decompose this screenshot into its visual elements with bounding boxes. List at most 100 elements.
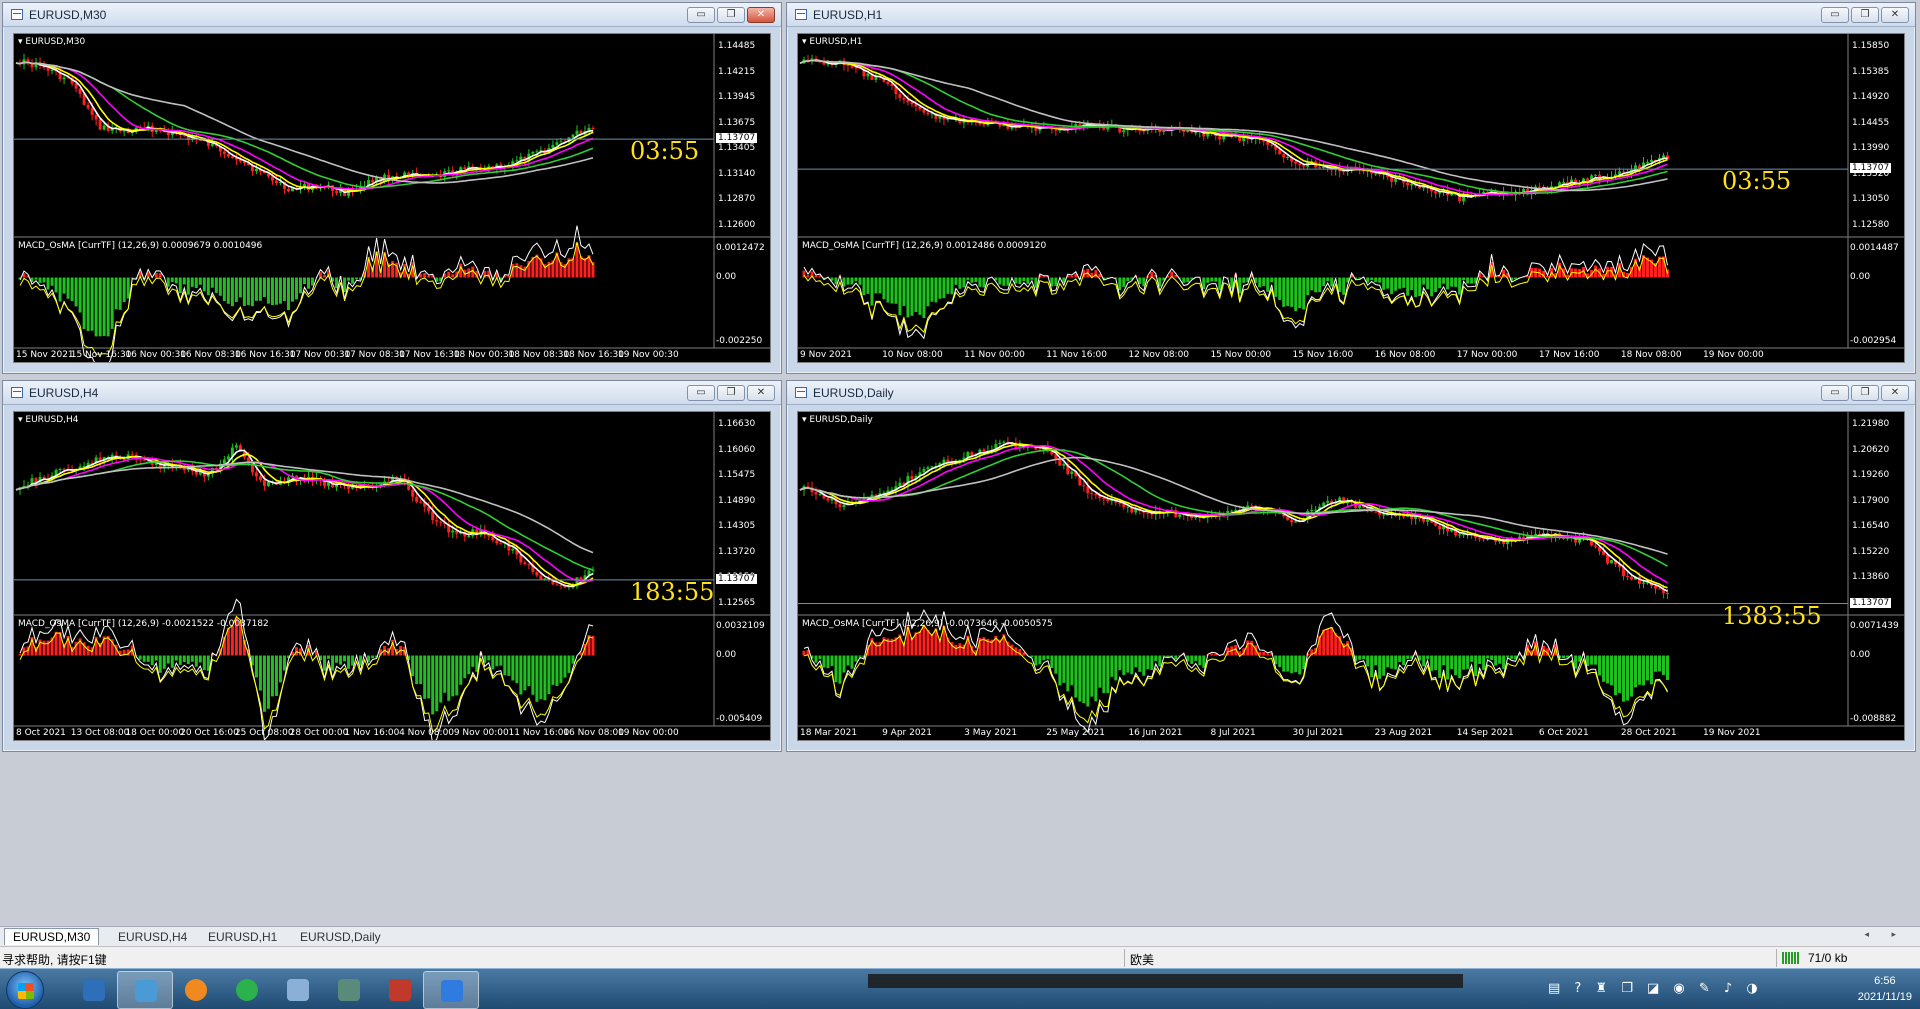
macd-histogram-bar bbox=[282, 277, 286, 302]
chart-area[interactable]: ▾ EURUSD,H4 MACD_OsMA [CurrTF] (12,26,9) … bbox=[13, 411, 771, 741]
chart-window-h4[interactable]: EURUSD,H4 ▭ ❐ ✕ ▾ EURUSD,H4 MACD_OsMA [CurrTF… bbox=[2, 380, 782, 752]
candle-body bbox=[74, 83, 78, 89]
chart-area[interactable]: ▾ EURUSD,H1 MACD_OsMA [CurrTF] (12,26,9) … bbox=[797, 33, 1905, 363]
macd-histogram-bar bbox=[1494, 655, 1498, 666]
chart-tabs-bar: EURUSD,M30 EURUSD,H4 EURUSD,H1 EURUSD,Da… bbox=[0, 926, 1920, 946]
macd-histogram-bar bbox=[158, 655, 162, 673]
chart-canvas[interactable] bbox=[798, 34, 1904, 362]
price-axis-label: 1.13860 bbox=[1852, 572, 1890, 583]
ma-gray-line bbox=[15, 61, 594, 184]
tab-eurusd-m30[interactable]: EURUSD,M30 bbox=[4, 928, 100, 945]
close-button[interactable]: ✕ bbox=[747, 7, 775, 23]
macd-histogram-bar bbox=[463, 655, 467, 679]
minimize-button[interactable]: ▭ bbox=[687, 7, 715, 23]
chart-canvas[interactable] bbox=[798, 412, 1904, 740]
macd-histogram-bar bbox=[1498, 655, 1502, 664]
macd-histogram-bar bbox=[834, 655, 838, 683]
window-title: EURUSD,H4 bbox=[29, 386, 99, 400]
taskbar-clock[interactable]: 6:56 2021/11/19 bbox=[1858, 973, 1912, 1005]
macd-histogram-bar bbox=[814, 655, 818, 663]
chart-window-m30[interactable]: EURUSD,M30 ▭ ❐ ✕ ▾ EURUSD,M30 MACD_OsMA [Curr… bbox=[2, 2, 782, 374]
minimize-button[interactable]: ▭ bbox=[1821, 7, 1849, 23]
tab-scroll-arrows[interactable]: ◂ ▸ bbox=[1864, 929, 1906, 940]
window-title-bar[interactable]: EURUSD,H4 ▭ ❐ ✕ bbox=[3, 381, 781, 405]
macd-histogram-bar bbox=[274, 655, 278, 696]
chart-canvas[interactable] bbox=[14, 412, 770, 740]
candle-body bbox=[222, 151, 226, 154]
close-button[interactable]: ✕ bbox=[747, 385, 775, 401]
indicator-axis-label: 0.00 bbox=[716, 649, 737, 660]
tab-eurusd-h1[interactable]: EURUSD,H1 bbox=[200, 929, 285, 946]
candle-body bbox=[371, 180, 375, 183]
macd-histogram-bar bbox=[998, 277, 1002, 285]
price-axis-label: 1.12600 bbox=[718, 220, 756, 230]
macd-histogram-bar bbox=[42, 277, 46, 283]
candle-body bbox=[262, 479, 266, 486]
macd-histogram-bar bbox=[323, 655, 327, 671]
macd-histogram-bar bbox=[1206, 277, 1210, 283]
taskbar-app-5[interactable] bbox=[321, 971, 377, 1009]
time-axis-label: 11 Nov 16:00 bbox=[1046, 350, 1107, 360]
candle-body bbox=[555, 584, 559, 586]
macd-histogram-bar bbox=[1202, 655, 1206, 668]
taskbar-app-0[interactable] bbox=[66, 971, 122, 1009]
restore-button[interactable]: ❐ bbox=[1851, 7, 1879, 23]
candle-body bbox=[447, 170, 451, 172]
system-tray-icons[interactable]: ▤ ? ♜ ❐ ◪ ◉ ✎ ♪ ◑ bbox=[1548, 981, 1763, 996]
minimize-button[interactable]: ▭ bbox=[1821, 385, 1849, 401]
macd-histogram-bar bbox=[1258, 277, 1262, 288]
taskbar-app-4[interactable] bbox=[270, 971, 326, 1009]
macd-histogram-bar bbox=[1294, 277, 1298, 312]
macd-histogram-bar bbox=[262, 655, 266, 712]
candle-body bbox=[1194, 132, 1198, 134]
macd-histogram-bar bbox=[1510, 655, 1514, 659]
chart-window-daily[interactable]: EURUSD,Daily ▭ ❐ ✕ ▾ EURUSD,Daily MACD_OsMA [… bbox=[786, 380, 1916, 752]
minimize-button[interactable]: ▭ bbox=[687, 385, 715, 401]
time-axis-label: 17 Nov 08:30 bbox=[344, 350, 406, 360]
window-title-bar[interactable]: EURUSD,M30 ▭ ❐ ✕ bbox=[3, 3, 781, 27]
chart-symbol-label: ▾ EURUSD,Daily bbox=[802, 415, 873, 425]
candle-body bbox=[866, 73, 870, 77]
chart-window-h1[interactable]: EURUSD,H1 ▭ ❐ ✕ ▾ EURUSD,H1 MACD_OsMA [CurrTF… bbox=[786, 2, 1916, 374]
chart-area[interactable]: ▾ EURUSD,Daily MACD_OsMA [CurrTF] (12,26,… bbox=[797, 411, 1905, 741]
window-title-bar[interactable]: EURUSD,Daily ▭ ❐ ✕ bbox=[787, 381, 1915, 405]
restore-button[interactable]: ❐ bbox=[1851, 385, 1879, 401]
macd-histogram-bar bbox=[1638, 655, 1642, 685]
candle-body bbox=[1246, 505, 1250, 508]
time-axis-label: 4 Nov 08:00 bbox=[399, 728, 455, 738]
candle-body bbox=[78, 88, 82, 94]
candle-body bbox=[515, 160, 519, 162]
taskbar-app-3[interactable] bbox=[219, 971, 275, 1009]
tab-eurusd-daily[interactable]: EURUSD,Daily bbox=[292, 929, 389, 946]
chart-canvas[interactable] bbox=[14, 34, 770, 362]
time-axis-label: 28 Oct 2021 bbox=[1620, 728, 1677, 738]
taskbar-app-6[interactable] bbox=[372, 971, 428, 1009]
candle-body bbox=[575, 130, 579, 135]
taskbar-app-1[interactable] bbox=[117, 971, 173, 1009]
time-axis-label: 19 Nov 00:00 bbox=[1703, 350, 1764, 360]
restore-button[interactable]: ❐ bbox=[717, 7, 745, 23]
status-traffic[interactable]: 71/0 kb bbox=[1808, 951, 1847, 965]
close-button[interactable]: ✕ bbox=[1881, 385, 1909, 401]
macd-histogram-bar bbox=[182, 277, 186, 285]
status-profile[interactable]: 欧美 bbox=[1130, 951, 1154, 968]
restore-button[interactable]: ❐ bbox=[717, 385, 745, 401]
macd-histogram-bar bbox=[86, 277, 90, 332]
macd-histogram-bar bbox=[942, 277, 946, 299]
chart-area[interactable]: ▾ EURUSD,M30 MACD_OsMA [CurrTF] (12,26,9)… bbox=[13, 33, 771, 363]
macd-histogram-bar bbox=[1458, 655, 1462, 679]
window-title-bar[interactable]: EURUSD,H1 ▭ ❐ ✕ bbox=[787, 3, 1915, 27]
tab-eurusd-h4[interactable]: EURUSD,H4 bbox=[110, 929, 195, 946]
taskbar-app-2[interactable] bbox=[168, 971, 224, 1009]
close-button[interactable]: ✕ bbox=[1881, 7, 1909, 23]
macd-histogram-bar bbox=[1214, 277, 1218, 282]
macd-histogram-bar bbox=[222, 277, 226, 302]
start-button[interactable] bbox=[6, 971, 44, 1009]
macd-histogram-bar bbox=[1654, 655, 1658, 672]
redacted-region bbox=[868, 974, 1463, 988]
macd-histogram-bar bbox=[946, 277, 950, 294]
macd-histogram-bar bbox=[278, 277, 282, 304]
ma-green-line bbox=[799, 448, 1668, 567]
time-axis-label: 15 Nov 16:00 bbox=[1292, 350, 1354, 360]
taskbar-app-7[interactable] bbox=[423, 971, 479, 1009]
